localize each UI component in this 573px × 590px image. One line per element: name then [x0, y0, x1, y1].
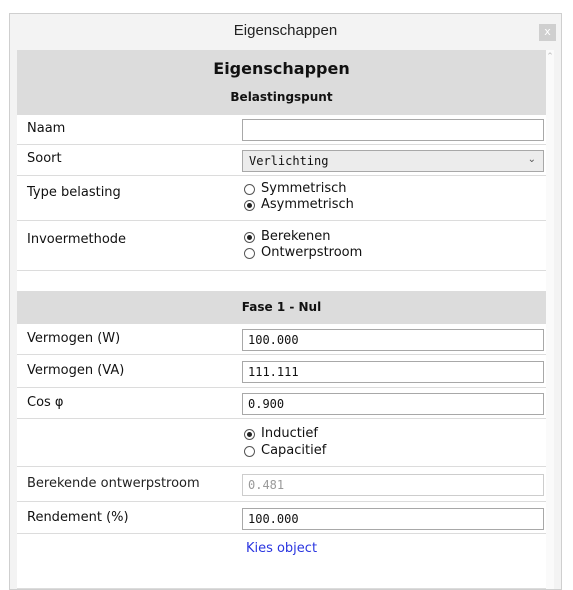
- radio-capacitief-label: Capacitief: [261, 443, 327, 458]
- radio-circle-icon: [244, 446, 255, 457]
- row-karakter: Inductief Capacitief: [17, 419, 546, 467]
- window-title: Eigenschappen: [233, 22, 338, 39]
- soort-selected-value: Verlichting: [249, 154, 329, 168]
- row-cos-phi: Cos φ 0.900: [17, 388, 546, 419]
- vermogen-va-label: Vermogen (VA): [27, 363, 125, 378]
- radio-circle-icon: [244, 184, 255, 195]
- radio-selected-icon: [244, 200, 255, 211]
- vermogen-w-label: Vermogen (W): [27, 331, 121, 346]
- radio-inductief-label: Inductief: [261, 426, 318, 441]
- rendement-input[interactable]: 100.000: [242, 508, 544, 530]
- panel-subtitle: Belastingspunt: [230, 90, 333, 104]
- kies-object-link[interactable]: Kies object: [17, 541, 546, 556]
- ontwerpstroom-label: Berekende ontwerpstroom: [27, 476, 200, 491]
- properties-dialog: Eigenschappen x Eigenschappen Belastings…: [9, 13, 562, 590]
- radio-asymmetrisch-label: Asymmetrisch: [261, 197, 354, 212]
- soort-select[interactable]: Verlichting ⌄: [242, 150, 544, 172]
- radio-symmetrisch-label: Symmetrisch: [261, 181, 347, 196]
- type-belasting-label: Type belasting: [27, 185, 121, 200]
- radio-ontwerpstroom-label: Ontwerpstroom: [261, 245, 363, 260]
- close-icon[interactable]: x: [539, 24, 556, 41]
- scroll-up-icon[interactable]: ⌃: [546, 52, 554, 62]
- row-vermogen-w: Vermogen (W) 100.000: [17, 324, 546, 355]
- row-type-belasting: Type belasting Symmetrisch Asymmetrisch: [17, 176, 546, 221]
- panel-title: Eigenschappen: [213, 59, 350, 78]
- naam-input[interactable]: [242, 119, 544, 141]
- cos-phi-input[interactable]: 0.900: [242, 393, 544, 415]
- naam-label: Naam: [27, 121, 66, 136]
- vertical-scrollbar[interactable]: ⌃: [546, 50, 554, 589]
- chevron-down-icon: ⌄: [527, 154, 536, 165]
- ontwerpstroom-input: 0.481: [242, 474, 544, 496]
- properties-panel: Eigenschappen Belastingspunt Naam Soort …: [17, 50, 554, 589]
- row-vermogen-va: Vermogen (VA) 111.111: [17, 355, 546, 388]
- row-ontwerpstroom: Berekende ontwerpstroom 0.481: [17, 467, 546, 502]
- invoermethode-label: Invoermethode: [27, 232, 127, 247]
- vermogen-w-input[interactable]: 100.000: [242, 329, 544, 351]
- radio-selected-icon: [244, 232, 255, 243]
- row-naam: Naam: [17, 115, 546, 145]
- cos-phi-label: Cos φ: [27, 395, 64, 410]
- radio-circle-icon: [244, 248, 255, 259]
- soort-label: Soort: [27, 151, 62, 166]
- row-invoermethode: Invoermethode Berekenen Ontwerpstroom: [17, 221, 546, 271]
- row-kies-object: Kies object: [17, 534, 546, 568]
- radio-selected-icon: [244, 429, 255, 440]
- row-soort: Soort Verlichting ⌄: [17, 145, 546, 176]
- row-rendement: Rendement (%) 100.000: [17, 502, 546, 534]
- rendement-label: Rendement (%): [27, 510, 129, 525]
- vermogen-va-input[interactable]: 111.111: [242, 361, 544, 383]
- panel-header: Eigenschappen Belastingspunt: [17, 50, 546, 115]
- section-fase-title: Fase 1 - Nul: [241, 300, 322, 314]
- title-bar[interactable]: Eigenschappen x: [10, 14, 561, 48]
- section-fase-header: Fase 1 - Nul: [17, 291, 546, 324]
- radio-berekenen-label: Berekenen: [261, 229, 331, 244]
